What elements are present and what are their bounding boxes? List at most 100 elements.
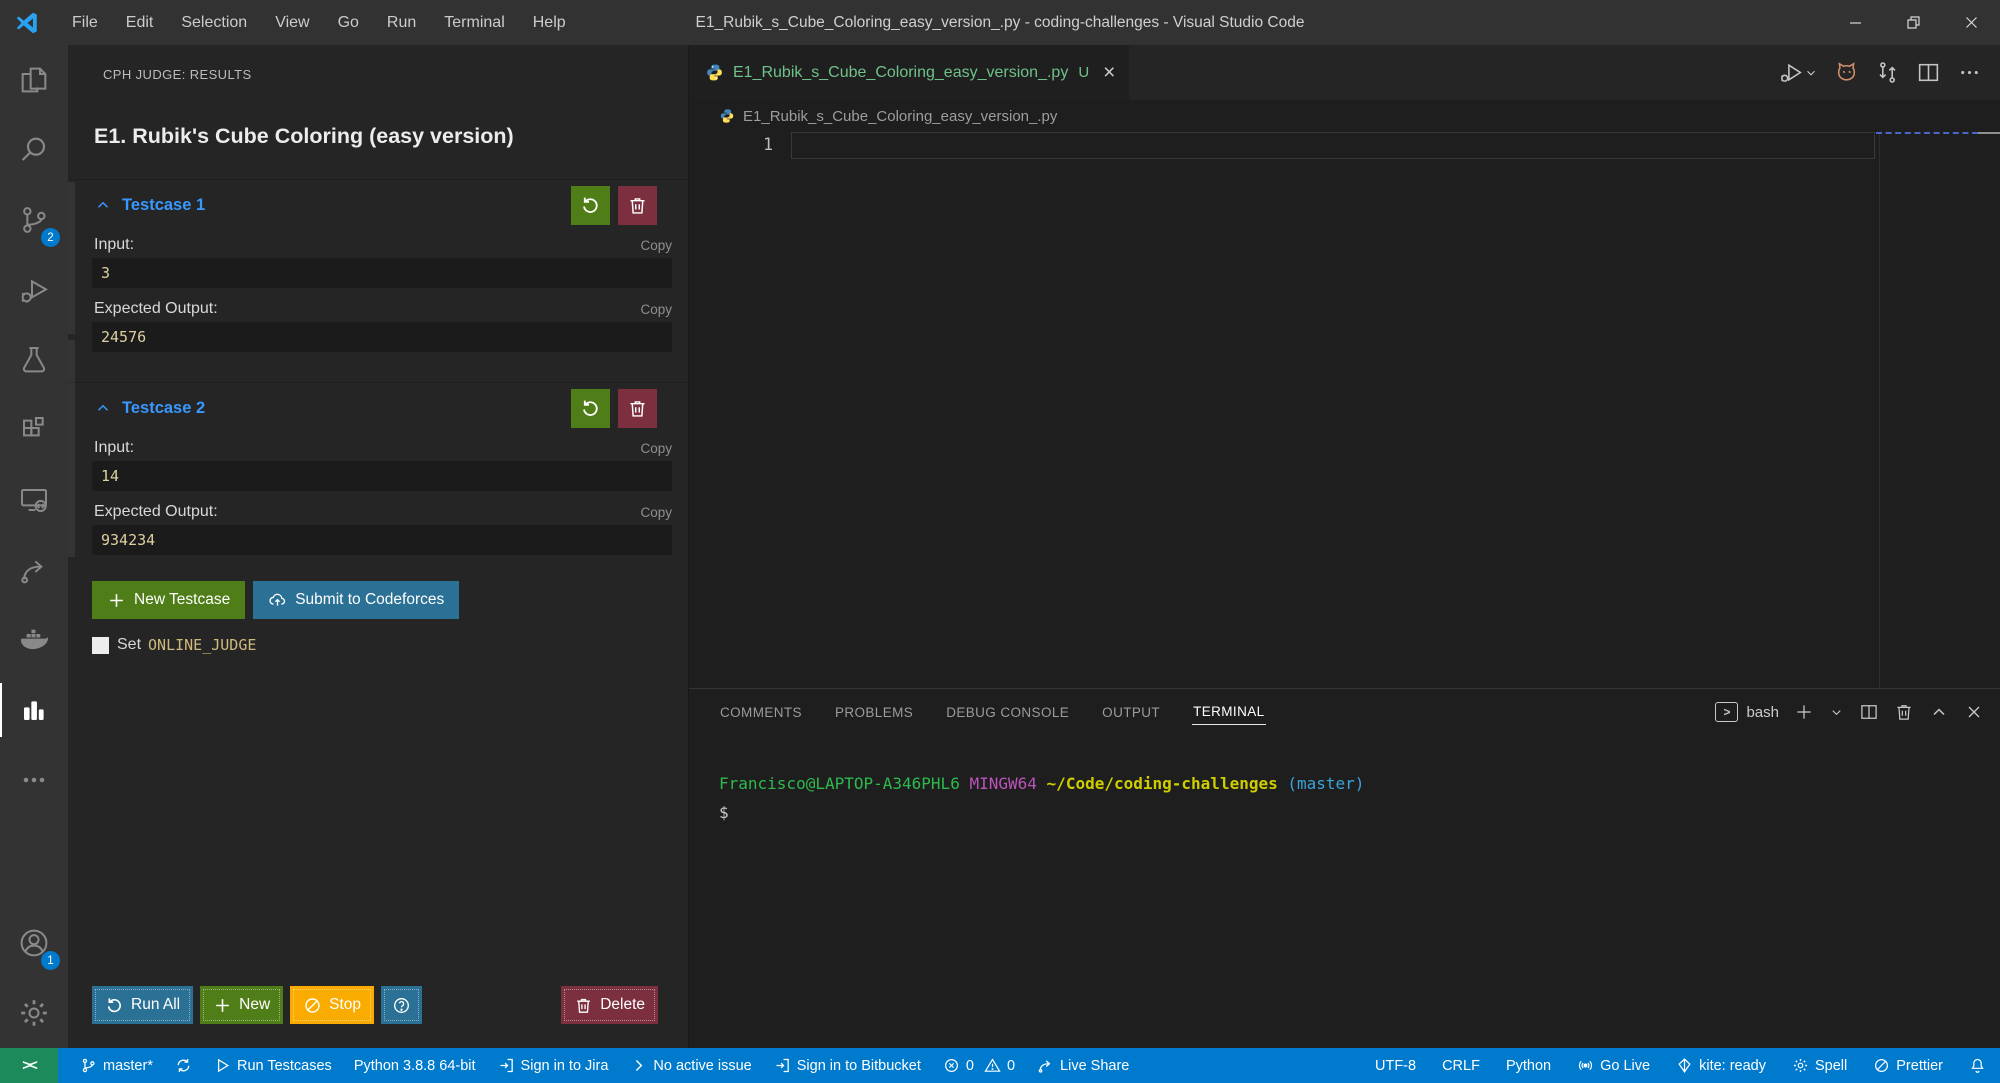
more-actions-button[interactable] (1957, 60, 1982, 85)
stop-button[interactable]: Stop (290, 986, 374, 1024)
share-icon[interactable] (0, 535, 68, 605)
testing-icon[interactable] (0, 325, 68, 395)
tab-problems[interactable]: PROBLEMS (834, 700, 914, 725)
terminal-shell-selector[interactable]: > bash (1715, 702, 1779, 722)
eol-status[interactable]: CRLF (1442, 1058, 1480, 1074)
breadcrumb[interactable]: E1_Rubik_s_Cube_Coloring_easy_version_.p… (689, 100, 2000, 132)
compare-changes-button[interactable] (1875, 60, 1900, 85)
broadcast-icon (1577, 1057, 1594, 1074)
menu-selection[interactable]: Selection (167, 0, 261, 45)
run-testcases-button[interactable]: Run Testcases (214, 1057, 332, 1074)
maximize-panel-button[interactable] (1929, 702, 1949, 722)
submit-codeforces-button[interactable]: Submit to Codeforces (253, 581, 459, 619)
split-editor-button[interactable] (1916, 60, 1941, 85)
language-mode-status[interactable]: Python (1506, 1058, 1551, 1074)
collapse-chevron-icon[interactable] (94, 196, 112, 214)
split-terminal-button[interactable] (1859, 702, 1879, 722)
run-debug-icon[interactable] (0, 255, 68, 325)
editor-code-area[interactable]: 1 (689, 132, 2000, 688)
run-python-file-button[interactable] (1779, 60, 1818, 85)
collapse-chevron-icon[interactable] (94, 399, 112, 417)
tab-output[interactable]: OUTPUT (1101, 700, 1161, 725)
run-all-button[interactable]: Run All (92, 986, 193, 1024)
source-control-icon[interactable]: 2 (0, 185, 68, 255)
remote-explorer-icon[interactable] (0, 465, 68, 535)
kite-status[interactable]: kite: ready (1676, 1057, 1766, 1074)
menu-go[interactable]: Go (324, 0, 373, 45)
bitbucket-signin-button[interactable]: Sign in to Bitbucket (774, 1057, 921, 1074)
breadcrumb-filename[interactable]: E1_Rubik_s_Cube_Coloring_easy_version_.p… (743, 108, 1057, 125)
new-button[interactable]: New (200, 986, 283, 1024)
delete-testcase-button[interactable] (618, 389, 657, 428)
kill-terminal-button[interactable] (1894, 702, 1914, 722)
sidebar-scrollbar[interactable] (68, 182, 75, 334)
menu-view[interactable]: View (261, 0, 323, 45)
accounts-icon[interactable]: 1 (0, 908, 68, 978)
expected-output-value[interactable]: 24576 (92, 322, 672, 352)
rerun-testcase-button[interactable] (571, 186, 610, 225)
play-icon (214, 1057, 231, 1074)
more-views-icon[interactable] (0, 745, 68, 815)
explorer-icon[interactable] (0, 45, 68, 115)
source-control-badge: 2 (41, 228, 60, 247)
git-branch-status[interactable]: master* (80, 1057, 153, 1074)
prettier-status[interactable]: Prettier (1873, 1057, 1943, 1074)
delete-button[interactable]: Delete (561, 986, 658, 1024)
testcase-name[interactable]: Testcase 1 (122, 196, 571, 215)
close-window-button[interactable] (1942, 0, 2000, 45)
copy-expected-button[interactable]: Copy (640, 505, 672, 520)
input-value[interactable]: 3 (92, 258, 672, 288)
input-value[interactable]: 14 (92, 461, 672, 491)
bottom-panel: COMMENTS PROBLEMS DEBUG CONSOLE OUTPUT T… (689, 688, 2000, 1048)
testcase-name[interactable]: Testcase 2 (122, 399, 571, 418)
scrollbar-cursor-marker[interactable] (1978, 132, 2000, 134)
active-issue-status[interactable]: No active issue (630, 1057, 751, 1074)
close-panel-button[interactable] (1964, 702, 1984, 722)
menu-help[interactable]: Help (519, 0, 580, 45)
problems-status[interactable]: 0 0 (943, 1057, 1015, 1074)
trash-icon (627, 398, 648, 419)
editor-tab[interactable]: E1_Rubik_s_Cube_Coloring_easy_version_.p… (689, 45, 1129, 100)
minimize-button[interactable] (1826, 0, 1884, 45)
plus-icon (107, 591, 126, 610)
restore-button[interactable] (1884, 0, 1942, 45)
copy-expected-button[interactable]: Copy (640, 302, 672, 317)
docker-icon[interactable] (0, 605, 68, 675)
new-terminal-button[interactable] (1794, 702, 1814, 722)
extensions-icon[interactable] (0, 395, 68, 465)
tab-debug-console[interactable]: DEBUG CONSOLE (945, 700, 1070, 725)
terminal-output[interactable]: Francisco@LAPTOP-A346PHL6 MINGW64 ~/Code… (689, 735, 2000, 1048)
menu-run[interactable]: Run (373, 0, 430, 45)
delete-testcase-button[interactable] (618, 186, 657, 225)
go-live-button[interactable]: Go Live (1577, 1057, 1650, 1074)
expected-output-value[interactable]: 934234 (92, 525, 672, 555)
copy-input-button[interactable]: Copy (640, 238, 672, 253)
remote-indicator[interactable]: >< (0, 1048, 58, 1083)
split-icon (1859, 702, 1879, 722)
help-button[interactable] (381, 986, 422, 1024)
copy-input-button[interactable]: Copy (640, 441, 672, 456)
terminal-dropdown-button[interactable] (1829, 705, 1844, 720)
tab-terminal[interactable]: TERMINAL (1192, 699, 1265, 725)
online-judge-checkbox[interactable] (92, 637, 109, 654)
notifications-button[interactable] (1969, 1057, 1986, 1074)
menu-edit[interactable]: Edit (112, 0, 168, 45)
sidebar-scrollbar[interactable] (68, 340, 75, 557)
menu-file[interactable]: File (58, 0, 112, 45)
tab-close-icon[interactable]: × (1103, 62, 1115, 83)
sync-changes-button[interactable] (175, 1057, 192, 1074)
tab-comments[interactable]: COMMENTS (719, 700, 803, 725)
live-share-button[interactable]: Live Share (1037, 1057, 1129, 1074)
restore-icon (1906, 15, 1921, 30)
cat-extension-button[interactable] (1834, 60, 1859, 85)
spell-checker-status[interactable]: Spell (1792, 1057, 1847, 1074)
menu-terminal[interactable]: Terminal (430, 0, 518, 45)
python-interpreter-status[interactable]: Python 3.8.8 64-bit (354, 1058, 476, 1074)
settings-gear-icon[interactable] (0, 978, 68, 1048)
new-testcase-button[interactable]: New Testcase (92, 581, 245, 619)
encoding-status[interactable]: UTF-8 (1375, 1058, 1416, 1074)
rerun-testcase-button[interactable] (571, 389, 610, 428)
jira-signin-button[interactable]: Sign in to Jira (498, 1057, 609, 1074)
cph-judge-icon[interactable] (0, 675, 68, 745)
search-icon[interactable] (0, 115, 68, 185)
